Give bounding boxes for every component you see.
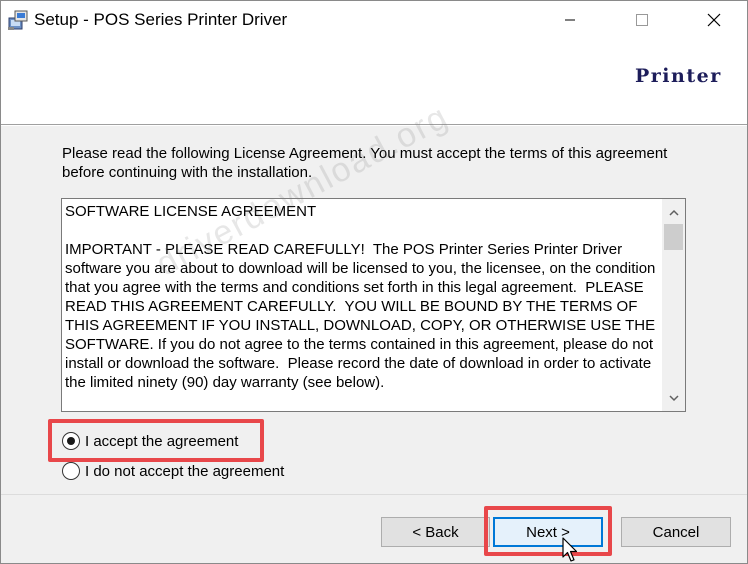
window-title: Setup - POS Series Printer Driver xyxy=(34,10,288,29)
chevron-up-icon xyxy=(668,209,679,216)
next-button[interactable]: Next > xyxy=(493,517,603,547)
chevron-down-icon xyxy=(668,394,679,401)
maximize-icon xyxy=(636,14,648,26)
decline-option[interactable]: I do not accept the agreement xyxy=(62,460,284,482)
license-content: SOFTWARE LICENSE AGREEMENT IMPORTANT - P… xyxy=(65,202,665,392)
mouse-cursor-icon xyxy=(562,537,578,562)
minimize-icon xyxy=(565,19,575,21)
cancel-button[interactable]: Cancel xyxy=(621,517,731,547)
maximize-button[interactable] xyxy=(619,1,665,39)
accept-label[interactable]: I accept the agreement xyxy=(85,433,238,450)
scroll-down-button[interactable] xyxy=(662,387,685,409)
minimize-button[interactable] xyxy=(547,1,593,39)
accept-option[interactable]: I accept the agreement xyxy=(62,430,238,452)
setup-app-icon xyxy=(8,10,28,30)
license-body: IMPORTANT - PLEASE READ CAREFULLY! The P… xyxy=(65,241,660,391)
accept-radio[interactable] xyxy=(62,432,80,450)
license-heading: SOFTWARE LICENSE AGREEMENT xyxy=(65,203,317,220)
decline-label[interactable]: I do not accept the agreement xyxy=(85,463,284,480)
header-divider-highlight xyxy=(1,125,747,126)
wizard-header: Printer xyxy=(1,39,747,124)
license-scrollbar[interactable] xyxy=(662,199,685,411)
scroll-thumb[interactable] xyxy=(664,224,683,250)
scroll-up-button[interactable] xyxy=(662,201,685,223)
close-button[interactable] xyxy=(691,1,737,39)
title-bar[interactable]: Setup - POS Series Printer Driver xyxy=(1,1,747,39)
decline-radio[interactable] xyxy=(62,462,80,480)
license-textbox[interactable]: SOFTWARE LICENSE AGREEMENT IMPORTANT - P… xyxy=(61,198,686,412)
printer-logo: Printer xyxy=(635,65,722,87)
instructions-text: Please read the following License Agreem… xyxy=(62,145,668,181)
close-icon xyxy=(707,13,721,27)
footer-divider xyxy=(1,494,747,495)
setup-window: Setup - POS Series Printer Driver Printe… xyxy=(0,0,748,564)
back-button[interactable]: < Back xyxy=(381,517,490,547)
